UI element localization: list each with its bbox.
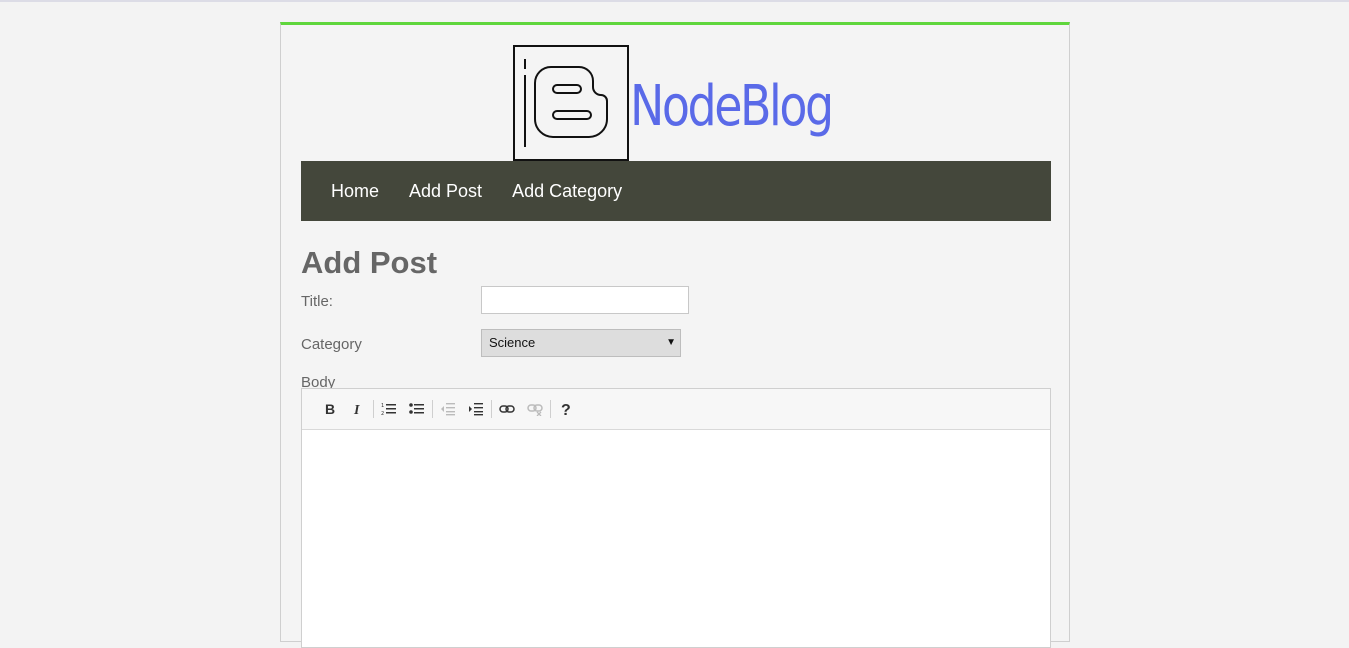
- link-icon[interactable]: [493, 395, 521, 423]
- body-editor: B I 1 2 ?: [301, 388, 1051, 648]
- outdent-icon[interactable]: [434, 395, 462, 423]
- title-input[interactable]: [481, 286, 689, 314]
- blogger-icon: [513, 45, 629, 161]
- nav-add-category[interactable]: Add Category: [512, 181, 622, 202]
- svg-text:2: 2: [381, 411, 384, 416]
- toolbar-separator: [550, 400, 551, 418]
- unordered-list-icon[interactable]: [403, 395, 431, 423]
- nav-home[interactable]: Home: [331, 181, 379, 202]
- chevron-down-icon: ▼: [666, 337, 676, 348]
- site-logo[interactable]: NodeBlog: [513, 45, 843, 161]
- category-label: Category: [301, 336, 362, 353]
- page-container: NodeBlog Home Add Post Add Category Add …: [280, 22, 1070, 648]
- bold-icon[interactable]: B: [316, 395, 344, 423]
- category-select[interactable]: Science ▼: [481, 329, 681, 357]
- ordered-list-icon[interactable]: 1 2: [375, 395, 403, 423]
- svg-text:I: I: [353, 403, 360, 416]
- unlink-icon[interactable]: [521, 395, 549, 423]
- nav-add-post[interactable]: Add Post: [409, 181, 482, 202]
- body-textarea[interactable]: [302, 431, 1050, 647]
- toolbar-separator: [432, 400, 433, 418]
- toolbar-separator: [491, 400, 492, 418]
- svg-text:1: 1: [381, 403, 384, 409]
- category-selected-value: Science: [489, 335, 536, 350]
- italic-icon[interactable]: I: [344, 395, 372, 423]
- site-title: NodeBlog: [630, 74, 834, 139]
- page-title: Add Post: [301, 245, 438, 280]
- title-label: Title:: [301, 293, 333, 310]
- top-border: [0, 0, 1349, 2]
- help-icon[interactable]: ?: [552, 395, 580, 423]
- main-nav: Home Add Post Add Category: [301, 161, 1051, 221]
- editor-toolbar: B I 1 2 ?: [302, 389, 1050, 430]
- svg-text:B: B: [325, 402, 335, 416]
- svg-text:?: ?: [561, 402, 571, 417]
- indent-icon[interactable]: [462, 395, 490, 423]
- toolbar-separator: [373, 400, 374, 418]
